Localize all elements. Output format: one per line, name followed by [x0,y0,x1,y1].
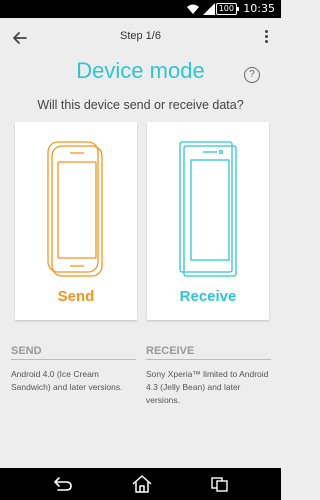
receive-card[interactable]: Receive [147,122,269,320]
help-icon[interactable]: ? [244,67,260,83]
wifi-icon [187,4,199,14]
nav-back-icon[interactable] [50,474,74,494]
receive-info-heading: RECEIVE [146,345,271,360]
status-time: 10:35 [243,2,275,15]
send-info-heading: SEND [11,345,136,360]
battery-icon: 100 [215,3,240,15]
signal-icon [203,3,215,15]
send-card[interactable]: Send [15,122,137,320]
status-bar: 100 10:35 [0,0,281,18]
receive-phone-illustration [179,141,237,277]
send-phone-illustration [47,141,103,277]
send-label: Send [57,288,95,305]
receive-label: Receive [179,288,237,305]
more-vert-icon[interactable] [261,28,271,48]
step-indicator: Step 1/6 [120,30,161,42]
send-info-text: Android 4.0 (Ice Cream Sandwich) and lat… [11,369,123,392]
app-bar: Step 1/6 [0,18,281,58]
page-title: Device mode [76,58,205,83]
nav-bar [0,468,281,500]
receive-info: RECEIVE Sony Xperia™ limited to Android … [146,345,271,407]
receive-info-text: Sony Xperia™ limited to Android 4.3 (Jel… [146,369,269,405]
question-text: Will this device send or receive data? [37,98,244,112]
send-info: SEND Android 4.0 (Ice Cream Sandwich) an… [11,345,136,394]
nav-recents-icon[interactable] [208,474,232,494]
nav-home-icon[interactable] [130,474,154,494]
